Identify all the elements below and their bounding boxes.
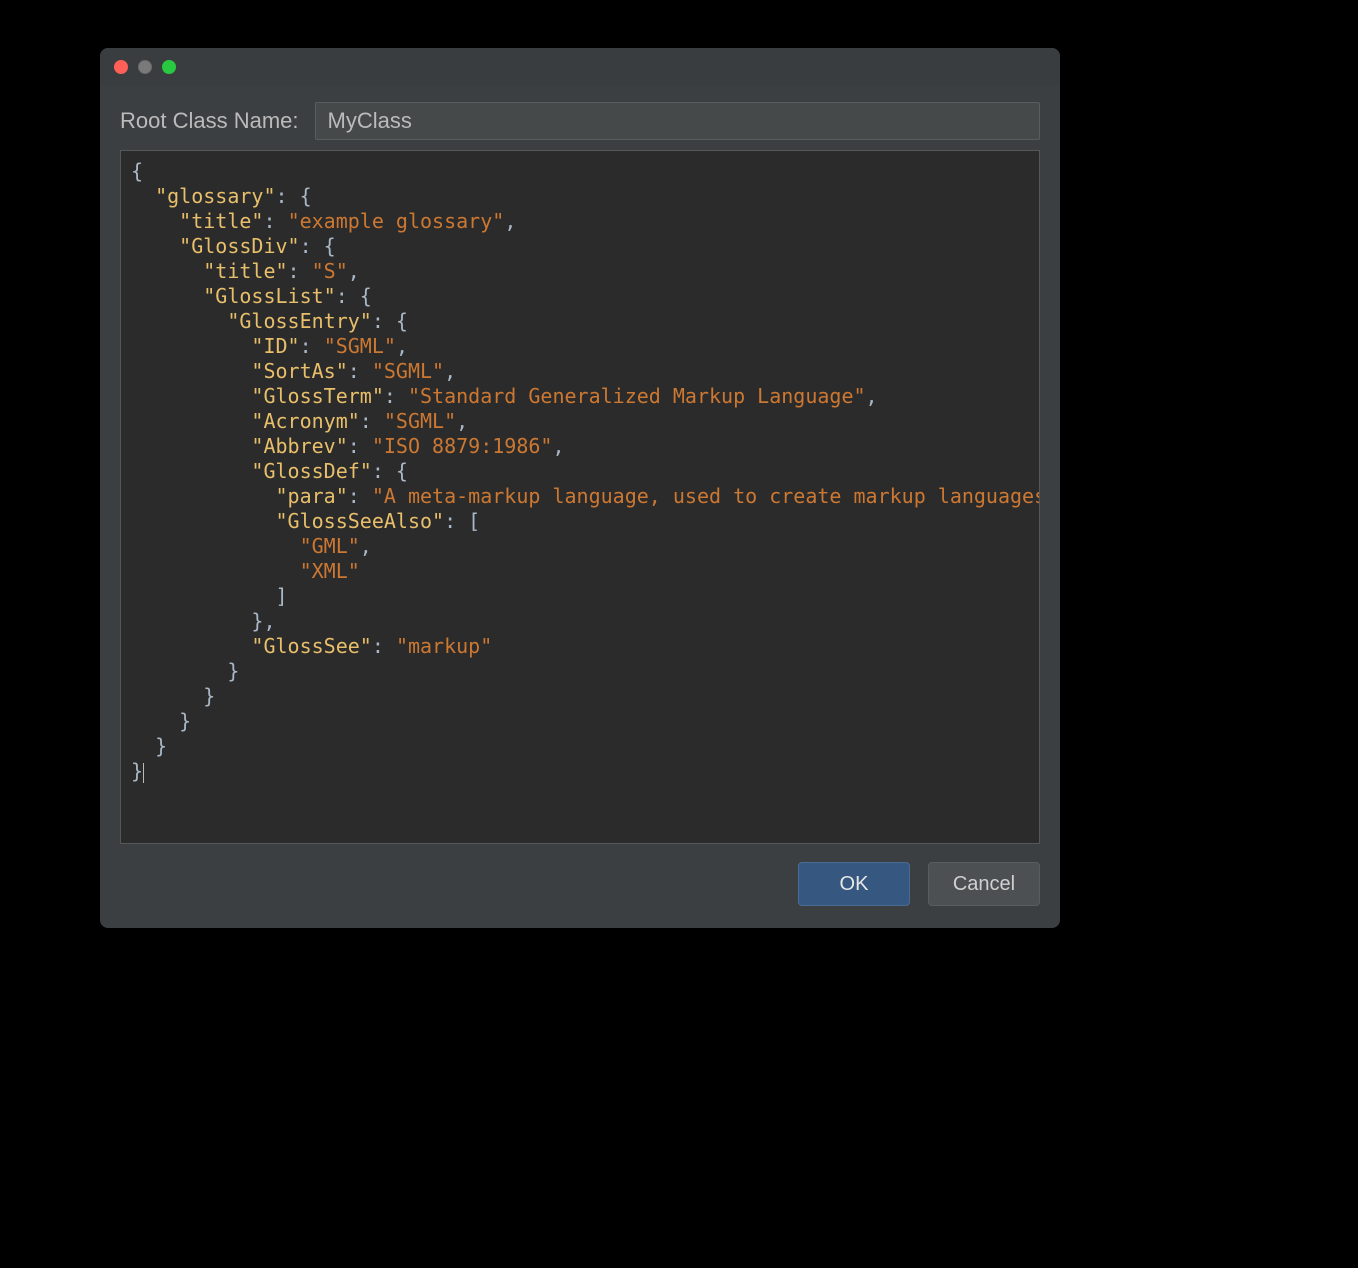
window-controls [114, 60, 176, 74]
header-row: Root Class Name: [100, 86, 1060, 150]
minimize-icon[interactable] [138, 60, 152, 74]
titlebar [100, 48, 1060, 86]
root-class-name-label: Root Class Name: [120, 108, 299, 134]
root-class-name-input[interactable] [315, 102, 1040, 140]
cancel-button[interactable]: Cancel [928, 862, 1040, 906]
dialog-footer: OK Cancel [100, 844, 1060, 928]
close-icon[interactable] [114, 60, 128, 74]
ok-button[interactable]: OK [798, 862, 910, 906]
code-scroll[interactable]: { "glossary": { "title": "example glossa… [121, 151, 1039, 843]
code-area: { "glossary": { "title": "example glossa… [120, 150, 1040, 844]
dialog-window: Root Class Name: { "glossary": { "title"… [100, 48, 1060, 928]
json-editor[interactable]: { "glossary": { "title": "example glossa… [131, 159, 1029, 784]
zoom-icon[interactable] [162, 60, 176, 74]
